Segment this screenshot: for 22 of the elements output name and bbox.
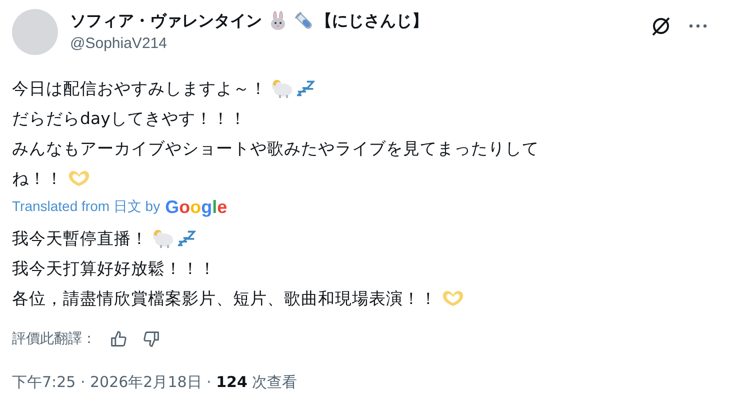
sleep-zzz-icon: [178, 228, 196, 248]
rabbit-icon: [268, 11, 288, 31]
sleep-zzz-icon: [297, 78, 315, 98]
post-text: 我今天打算好好放鬆！！！: [12, 258, 216, 280]
post-text: 各位，請盡情欣賞檔案影片、短片、歌曲和現場表演！！: [12, 288, 437, 310]
affiliation-tag: 【にじさんじ】: [316, 10, 428, 32]
rate-translation-label: 評價此翻譯：: [12, 330, 96, 348]
sheep-icon: [152, 228, 174, 248]
user-handle[interactable]: @SophiaV214: [70, 35, 639, 52]
more-icon[interactable]: [689, 24, 707, 28]
google-logo: Google: [165, 196, 228, 218]
post-text: 今日は配信おやすみしますよ～！: [12, 78, 267, 100]
post-text: 我今天暫停直播！: [12, 228, 148, 250]
post-text: みんなもアーカイブやショートや歌みたやライブを見てまったりして: [12, 138, 539, 160]
thumbs-down-icon[interactable]: [142, 330, 160, 348]
display-name[interactable]: ソフィア・ヴァレンタイン: [70, 10, 262, 32]
post-text: だらだらdayしてきやす！！！: [12, 108, 246, 130]
post-meta: 下午7:25 · 2026年2月18日 · 124 次查看: [12, 373, 298, 392]
sheep-icon: [271, 78, 293, 98]
translated-from-link[interactable]: Translated from 日文 by: [12, 198, 160, 216]
post-text: ね！！: [12, 168, 63, 190]
thumbs-up-icon[interactable]: [110, 330, 128, 348]
